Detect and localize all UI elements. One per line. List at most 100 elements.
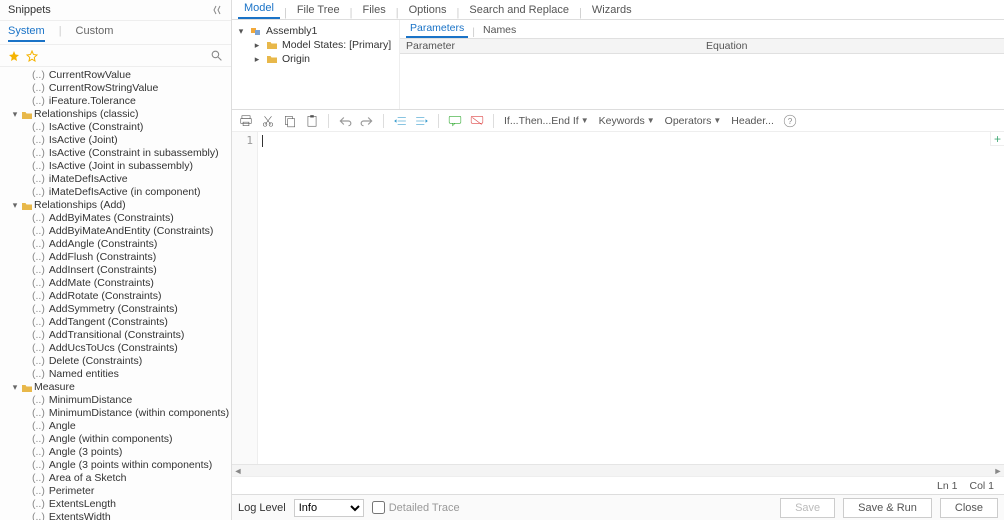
folder-icon [20, 383, 34, 393]
param-grid-body[interactable] [400, 54, 1004, 109]
model-tree[interactable]: ▾ Assembly1 ▸ Model States: [Primary] ▸ … [232, 20, 400, 109]
code-editor[interactable]: 1 + [232, 132, 1004, 464]
detailed-trace-checkbox[interactable]: Detailed Trace [372, 501, 460, 514]
tree-leaf[interactable]: (..)AddByiMates (Constraints) [4, 212, 231, 225]
tree-leaf[interactable]: (..)ExtentsWidth [4, 511, 231, 520]
tree-group-measure[interactable]: ▾ Measure [4, 381, 231, 394]
tree-leaf[interactable]: (..)IsActive (Constraint in subassembly) [4, 147, 231, 160]
bottom-bar: Log Level Info Detailed Trace Save Save … [232, 494, 1004, 520]
tree-leaf[interactable]: (..)AddAngle (Constraints) [4, 238, 231, 251]
detailed-trace-input[interactable] [372, 501, 385, 514]
tab-file-tree[interactable]: File Tree [291, 2, 346, 19]
tree-leaf[interactable]: (..)AddSymmetry (Constraints) [4, 303, 231, 316]
tree-leaf[interactable]: (..)AddTangent (Constraints) [4, 316, 231, 329]
tree-leaf[interactable]: (..)AddFlush (Constraints) [4, 251, 231, 264]
tree-leaf[interactable]: (..)AddRotate (Constraints) [4, 290, 231, 303]
loglevel-select[interactable]: Info [294, 499, 364, 517]
tree-leaf[interactable]: (..)iMateDefIsActive (in component) [4, 186, 231, 199]
uncomment-icon[interactable] [469, 113, 485, 129]
model-states[interactable]: ▸ Model States: [Primary] [234, 38, 397, 52]
save-button[interactable]: Save [780, 498, 835, 518]
tree-leaf[interactable]: (..)CurrentRowValue [4, 69, 231, 82]
tab-files[interactable]: Files [356, 2, 391, 19]
tab-wizards[interactable]: Wizards [586, 2, 638, 19]
chevron-right-icon[interactable]: ▸ [252, 54, 262, 65]
indent-icon[interactable] [414, 113, 430, 129]
tree-group-add[interactable]: ▾ Relationships (Add) [4, 199, 231, 212]
snippets-title: Snippets [8, 4, 51, 16]
paste-icon[interactable] [304, 113, 320, 129]
model-root[interactable]: ▾ Assembly1 [234, 24, 397, 38]
star-add-icon[interactable] [26, 50, 38, 62]
snippets-tabs: System | Custom [0, 21, 231, 45]
code-body[interactable] [258, 132, 1004, 464]
tab-options[interactable]: Options [403, 2, 453, 19]
add-tab-icon[interactable]: + [990, 132, 1004, 146]
header-button[interactable]: Header... [729, 115, 776, 127]
tree-leaf[interactable]: (..)ExtentsLength [4, 498, 231, 511]
copy-icon[interactable] [282, 113, 298, 129]
print-icon[interactable] [238, 113, 254, 129]
tab-parameters[interactable]: Parameters [406, 21, 468, 38]
tree-group-classic[interactable]: ▾ Relationships (classic) [4, 108, 231, 121]
star-filled-icon[interactable] [8, 50, 20, 62]
chevron-down-icon[interactable]: ▾ [10, 381, 20, 394]
scroll-left-icon[interactable]: ◄ [232, 466, 244, 476]
tree-leaf[interactable]: (..)CurrentRowStringValue [4, 82, 231, 95]
assembly-icon [250, 25, 262, 37]
tree-leaf[interactable]: (..)IsActive (Joint in subassembly) [4, 160, 231, 173]
tab-custom[interactable]: Custom [76, 25, 114, 42]
svg-text:?: ? [788, 116, 793, 125]
folder-icon [20, 110, 34, 120]
chevron-down-icon[interactable]: ▾ [236, 26, 246, 37]
tree-leaf[interactable]: (..)Angle (within components) [4, 433, 231, 446]
help-icon[interactable]: ? [782, 113, 798, 129]
search-icon[interactable] [210, 49, 223, 62]
tree-leaf[interactable]: (..)MinimumDistance (within components) [4, 407, 231, 420]
tree-leaf[interactable]: (..)AddTransitional (Constraints) [4, 329, 231, 342]
snippets-tree[interactable]: (..)CurrentRowValue (..)CurrentRowString… [0, 67, 231, 520]
tree-leaf[interactable]: (..)Angle [4, 420, 231, 433]
tree-leaf[interactable]: (..)Named entities [4, 368, 231, 381]
tree-leaf[interactable]: (..)Area of a Sketch [4, 472, 231, 485]
tree-leaf[interactable]: (..)AddUcsToUcs (Constraints) [4, 342, 231, 355]
tab-search-replace[interactable]: Search and Replace [463, 2, 575, 19]
tree-leaf[interactable]: (..)Angle (3 points within components) [4, 459, 231, 472]
operators-dropdown[interactable]: Operators▼ [663, 115, 724, 127]
horizontal-scrollbar[interactable]: ◄ ► [232, 464, 1004, 476]
editor-toolbar: If...Then...End If▼ Keywords▼ Operators▼… [232, 110, 1004, 132]
tree-leaf[interactable]: (..)Delete (Constraints) [4, 355, 231, 368]
chevron-right-icon[interactable]: ▸ [252, 40, 262, 51]
param-tabs: Parameters| Names [400, 20, 1004, 38]
tree-leaf[interactable]: (..)Angle (3 points) [4, 446, 231, 459]
tree-leaf[interactable]: (..)Perimeter [4, 485, 231, 498]
undo-icon[interactable] [337, 113, 353, 129]
col-parameter: Parameter [400, 40, 700, 52]
cut-icon[interactable] [260, 113, 276, 129]
tree-leaf[interactable]: (..)IsActive (Joint) [4, 134, 231, 147]
comment-icon[interactable] [447, 113, 463, 129]
tab-model[interactable]: Model [238, 0, 280, 19]
tree-leaf[interactable]: (..)AddInsert (Constraints) [4, 264, 231, 277]
tab-names[interactable]: Names [479, 23, 520, 38]
keywords-dropdown[interactable]: Keywords▼ [597, 115, 657, 127]
chevron-down-icon[interactable]: ▾ [10, 199, 20, 212]
tree-leaf[interactable]: (..)iMateDefIsActive [4, 173, 231, 186]
chevron-down-icon[interactable]: ▾ [10, 108, 20, 121]
tree-leaf[interactable]: (..)IsActive (Constraint) [4, 121, 231, 134]
outdent-icon[interactable] [392, 113, 408, 129]
tree-leaf[interactable]: (..)iFeature.Tolerance [4, 95, 231, 108]
ifthen-dropdown[interactable]: If...Then...End If▼ [502, 115, 591, 127]
redo-icon[interactable] [359, 113, 375, 129]
tree-leaf[interactable]: (..)AddByiMateAndEntity (Constraints) [4, 225, 231, 238]
close-button[interactable]: Close [940, 498, 998, 518]
tab-system[interactable]: System [8, 25, 45, 42]
scroll-right-icon[interactable]: ► [992, 466, 1004, 476]
model-origin[interactable]: ▸ Origin [234, 52, 397, 66]
collapse-icon[interactable] [213, 5, 223, 15]
tree-leaf[interactable]: (..)MinimumDistance [4, 394, 231, 407]
tree-leaf[interactable]: (..)AddMate (Constraints) [4, 277, 231, 290]
snippets-toolbar [0, 45, 231, 67]
save-run-button[interactable]: Save & Run [843, 498, 932, 518]
status-bar: Ln 1 Col 1 [232, 476, 1004, 494]
